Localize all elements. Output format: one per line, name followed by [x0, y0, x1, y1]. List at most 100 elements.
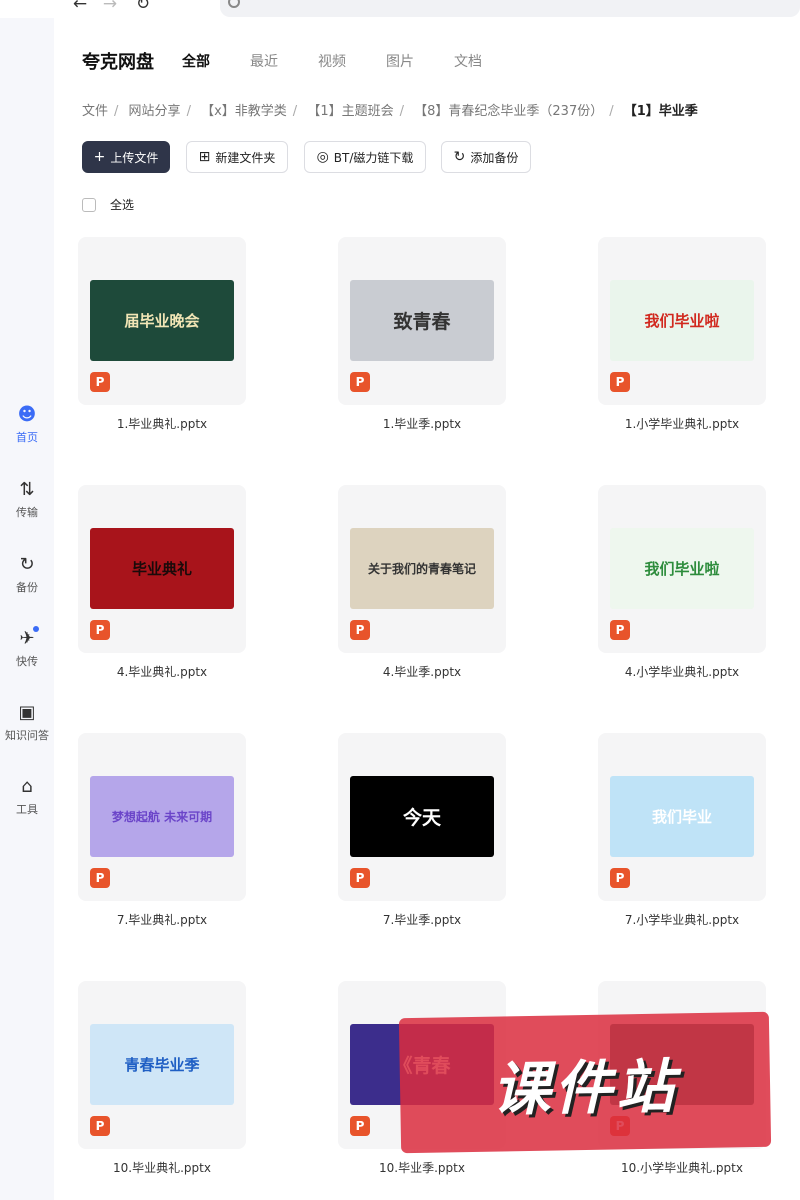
search-input[interactable] — [220, 0, 800, 17]
sidebar: ☻ 首页 ⇅ 传输 ↻ 备份 ✈ 快传 ▣ 知识问答 ⌂ 工具 — [0, 18, 54, 1200]
file-name[interactable]: 4.毕业典礼.pptx — [62, 663, 262, 680]
file-card[interactable]: 梦想起航 未来可期 P — [78, 733, 246, 901]
tools-icon: ⌂ — [21, 776, 33, 797]
new-folder-button[interactable]: ⊞ 新建文件夹 — [186, 141, 288, 173]
backup-icon: ↻ — [453, 149, 466, 165]
sidebar-item[interactable]: ☻ 首页 — [0, 405, 54, 445]
file-thumbnail: 致青春 — [350, 280, 494, 361]
file-thumbnail: 届毕业晚会 — [90, 280, 234, 361]
file-name[interactable]: 10.小学毕业典礼.pptx — [582, 1159, 782, 1176]
thumbnail-text: 梦想起航 未来可期 — [111, 810, 213, 824]
file-card[interactable]: 关于我们的青春笔记 P — [338, 485, 506, 653]
file-thumbnail: 关于我们的青春笔记 — [350, 528, 494, 609]
thumbnail-text: 我们毕业啦 — [644, 312, 720, 330]
ppt-file-icon: P — [90, 372, 110, 392]
breadcrumb: 文件 / 网站分享 / 【x】非教学类 / 【1】主题班会 / 【8】青春纪念毕业季（2… — [82, 104, 698, 119]
sidebar-item[interactable]: ✈ 快传 — [0, 626, 54, 669]
file-name[interactable]: 1.毕业典礼.pptx — [62, 415, 262, 432]
select-all[interactable]: 全选 — [82, 196, 134, 213]
file-thumbnail: 我们毕业 — [610, 776, 754, 857]
file-card[interactable]: 我们毕业 P — [598, 733, 766, 901]
tab-video[interactable]: 视频 — [318, 51, 346, 71]
ppt-file-icon: P — [350, 868, 370, 888]
tab-document[interactable]: 文档 — [454, 51, 482, 71]
sidebar-item[interactable]: ▣ 知识问答 — [0, 703, 54, 743]
breadcrumb-item[interactable]: 文件 — [82, 104, 108, 119]
home-icon: ☻ — [17, 404, 37, 425]
tab-all[interactable]: 全部 — [182, 51, 210, 71]
file-card[interactable]: 我们毕业啦 P — [598, 485, 766, 653]
breadcrumb-item[interactable]: 网站分享 — [129, 104, 181, 119]
thumbnail-text: 青春毕业季 — [124, 1056, 200, 1074]
ppt-file-icon: P — [90, 1116, 110, 1136]
browser-bar: ← → ↻ — [0, 0, 800, 18]
sidebar-item-label: 知识问答 — [5, 729, 49, 742]
thumbnail-text: 毕业典礼 — [131, 560, 192, 578]
ppt-file-icon: P — [350, 372, 370, 392]
magnet-icon: ◎ — [316, 149, 329, 165]
sidebar-item[interactable]: ⇅ 传输 — [0, 480, 54, 520]
thumbnail-text: 致青春 — [393, 311, 451, 333]
file-name[interactable]: 1.毕业季.pptx — [322, 415, 522, 432]
file-name[interactable]: 4.毕业季.pptx — [322, 663, 522, 680]
tab-image[interactable]: 图片 — [386, 51, 414, 71]
backup-icon: ↻ — [19, 554, 35, 575]
sidebar-item[interactable]: ↻ 备份 — [0, 555, 54, 595]
folder-plus-icon: ⊞ — [198, 149, 211, 165]
ppt-file-icon: P — [350, 620, 370, 640]
forward-arrow-icon[interactable]: → — [100, 0, 120, 14]
tab-recent[interactable]: 最近 — [250, 51, 278, 71]
sidebar-item[interactable]: ⌂ 工具 — [0, 777, 54, 817]
sidebar-item-label: 传输 — [16, 506, 38, 519]
bt-download-button[interactable]: ◎ BT/磁力链下载 — [304, 141, 426, 173]
file-name[interactable]: 7.毕业季.pptx — [322, 911, 522, 928]
sidebar-item-label: 备份 — [16, 581, 38, 594]
file-name[interactable]: 10.毕业典礼.pptx — [62, 1159, 262, 1176]
file-card[interactable]: 青春毕业季 P — [78, 981, 246, 1149]
ppt-file-icon: P — [610, 372, 630, 392]
refresh-icon[interactable]: ↻ — [133, 0, 153, 14]
ppt-file-icon: P — [90, 868, 110, 888]
breadcrumb-item[interactable]: 【8】青春纪念毕业季（237份） — [414, 104, 603, 119]
transfer-icon: ⇅ — [19, 479, 35, 500]
file-name[interactable]: 7.毕业典礼.pptx — [62, 911, 262, 928]
file-thumbnail: 毕业典礼 — [90, 528, 234, 609]
brand-title: 夸克网盘 — [82, 52, 154, 73]
notification-dot — [33, 626, 39, 632]
thumbnail-text: 今天 — [402, 807, 441, 829]
thumbnail-text: 我们毕业 — [651, 808, 712, 826]
breadcrumb-item[interactable]: 【1】主题班会 — [307, 104, 393, 119]
plus-icon: + — [93, 149, 106, 165]
select-all-checkbox[interactable] — [82, 197, 96, 212]
ppt-file-icon: P — [350, 1116, 370, 1136]
thumbnail-text: 届毕业晚会 — [124, 312, 200, 330]
thumbnail-text: 我们毕业啦 — [644, 560, 720, 578]
file-card[interactable]: 今天 P — [338, 733, 506, 901]
file-thumbnail: 梦想起航 未来可期 — [90, 776, 234, 857]
knowledge-qa-icon: ▣ — [18, 702, 36, 723]
back-arrow-icon[interactable]: ← — [70, 0, 90, 14]
sidebar-item-label: 工具 — [16, 803, 38, 816]
ppt-file-icon: P — [610, 868, 630, 888]
breadcrumb-item[interactable]: 【x】非教学类 — [201, 104, 287, 119]
thumbnail-text: 关于我们的青春笔记 — [367, 562, 476, 576]
file-card[interactable]: 致青春 P — [338, 237, 506, 405]
file-name[interactable]: 1.小学毕业典礼.pptx — [582, 415, 782, 432]
breadcrumb-current: 【1】毕业季 — [623, 104, 698, 119]
file-card[interactable]: 我们毕业啦 P — [598, 237, 766, 405]
file-thumbnail: 我们毕业啦 — [610, 280, 754, 361]
file-name[interactable]: 4.小学毕业典礼.pptx — [582, 663, 782, 680]
file-thumbnail: 今天 — [350, 776, 494, 857]
quick-send-icon: ✈ — [17, 626, 39, 649]
search-icon — [228, 0, 240, 8]
add-backup-button[interactable]: ↻ 添加备份 — [441, 141, 531, 173]
sidebar-item-label: 快传 — [16, 655, 38, 668]
file-card[interactable]: 届毕业晚会 P — [78, 237, 246, 405]
file-name[interactable]: 10.毕业季.pptx — [322, 1159, 522, 1176]
file-thumbnail: 青春毕业季 — [90, 1024, 234, 1105]
file-card[interactable]: 毕业典礼 P — [78, 485, 246, 653]
ppt-file-icon: P — [90, 620, 110, 640]
sidebar-item-label: 首页 — [16, 431, 38, 444]
file-name[interactable]: 7.小学毕业典礼.pptx — [582, 911, 782, 928]
upload-button[interactable]: + 上传文件 — [82, 141, 170, 173]
